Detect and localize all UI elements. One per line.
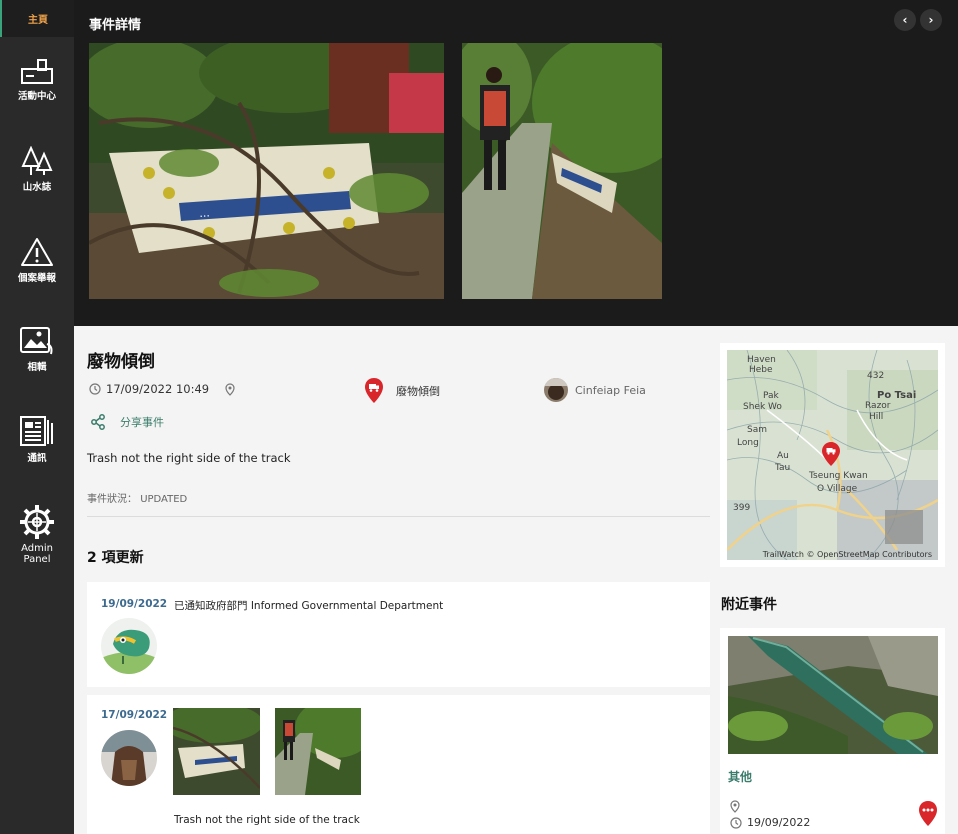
dumping-marker-icon: [365, 378, 383, 403]
nearby-event-category: 其他: [728, 770, 753, 784]
sidebar-item-label: Admin Panel: [21, 543, 53, 565]
event-status: 事件狀況： UPDATED: [87, 490, 187, 505]
gear-icon: [20, 505, 54, 539]
share-icon: [91, 414, 105, 430]
sidebar-item-label: 山水誌: [22, 182, 52, 193]
event-datetime-text: 17/09/2022 10:49: [106, 382, 210, 396]
sidebar-item-label: 活動中心: [17, 91, 56, 102]
map-label: Pak: [763, 391, 780, 401]
nearby-event-date: 19/09/2022: [730, 816, 810, 829]
update-photo-1[interactable]: [173, 708, 260, 795]
update-text: Trash not the right side of the track: [174, 814, 360, 826]
update-date: 19/09/2022: [101, 598, 168, 610]
event-photo-1[interactable]: ...: [89, 43, 444, 299]
activity-center-icon: [21, 59, 53, 84]
clock-icon: [730, 816, 742, 829]
nearby-event-date-text: 19/09/2022: [747, 816, 811, 829]
page-title: 事件詳情: [89, 18, 142, 33]
map-label: Tau: [774, 463, 790, 473]
avatar: [101, 730, 157, 786]
clock-icon: [89, 383, 101, 395]
update-text: 已通知政府部門 Informed Governmental Department: [174, 600, 444, 612]
updates-heading: 2 項更新: [87, 550, 144, 566]
gallery-next-button[interactable]: ›: [920, 9, 942, 31]
map-label: 432: [867, 371, 884, 381]
sidebar-item-album[interactable]: 相輯: [0, 326, 74, 373]
update-photo-2[interactable]: [275, 708, 361, 795]
update-card: 17/09/2022 Trash not the right side of t…: [87, 695, 710, 834]
sidebar-item-case-report[interactable]: 個案舉報: [0, 237, 74, 284]
map-label: Shek Wo: [743, 402, 782, 412]
sidebar-item-label: 個案舉報: [17, 273, 56, 284]
map-label: Sam: [747, 425, 767, 435]
location-pin-icon: [730, 800, 740, 813]
map-label: Po Tsai: [877, 390, 916, 401]
nearby-events-heading: 附近事件: [721, 597, 777, 613]
sidebar-item-home[interactable]: 主頁: [0, 0, 74, 37]
sidebar-item-admin-panel[interactable]: Admin Panel: [0, 504, 74, 565]
map-label: Haven: [747, 355, 776, 365]
map-label: Hill: [869, 412, 883, 422]
map-label: Tseung Kwan: [808, 471, 868, 481]
sidebar-item-label: 通訊: [27, 453, 47, 464]
warning-icon: [21, 238, 53, 266]
map-label: 399: [733, 503, 750, 513]
event-description: Trash not the right side of the track: [87, 451, 291, 465]
sidebar-item-label: 相輯: [27, 362, 47, 373]
event-photo-2[interactable]: [462, 43, 662, 299]
sidebar-item-home-label: 主頁: [28, 15, 48, 26]
event-category-text: 廢物傾倒: [396, 384, 440, 398]
reporter-name: Cinfeiap Feia: [575, 383, 646, 397]
sidebar-item-newsletter[interactable]: 通訊: [0, 415, 74, 464]
share-event-label: 分享事件: [120, 416, 164, 429]
map-zoom-control[interactable]: [885, 510, 923, 544]
map-attribution: TrailWatch © OpenStreetMap Contributors: [762, 550, 932, 559]
location-pin-icon[interactable]: [225, 382, 235, 396]
other-marker-icon[interactable]: [918, 800, 938, 827]
event-status-label: 事件狀況：: [87, 494, 137, 505]
map-label: Razor: [865, 401, 891, 411]
update-date: 17/09/2022: [101, 709, 168, 721]
map-label: O Village: [817, 484, 858, 494]
avatar: [101, 618, 157, 674]
share-event-button[interactable]: 分享事件: [90, 414, 164, 430]
event-status-value: UPDATED: [140, 494, 188, 505]
photo-album-icon: [20, 327, 53, 355]
trees-icon: [21, 146, 53, 175]
map-label: Hebe: [749, 365, 773, 375]
map-label: Long: [737, 438, 759, 448]
event-title: 廢物傾倒: [87, 352, 155, 372]
event-gallery-header: 事件詳情 ‹ › ...: [74, 0, 958, 326]
newsletter-icon: [20, 416, 53, 446]
sidebar-item-mountain-journal[interactable]: 山水誌: [0, 146, 74, 193]
update-card: 19/09/2022 已通知政府部門 Informed Governmental…: [87, 582, 710, 687]
event-reporter[interactable]: Cinfeiap Feia: [544, 378, 646, 402]
map-canvas[interactable]: Haven Hebe Pak Shek Wo Sam Long Au Tau T…: [726, 349, 939, 561]
reporter-avatar: [544, 378, 568, 402]
sidebar: 主頁 活動中心 山水誌 個案舉報 相輯 通訊 Admin Panel: [0, 0, 74, 834]
svg-text:...: ...: [199, 206, 210, 220]
divider: [87, 516, 710, 517]
event-category: 廢物傾倒: [364, 377, 440, 404]
event-datetime: 17/09/2022 10:49: [89, 382, 235, 396]
chevron-right-icon: ›: [928, 13, 934, 27]
nearby-event-card[interactable]: 其他 19/09/2022: [720, 628, 945, 834]
nearby-event-photo[interactable]: [728, 636, 938, 754]
sidebar-item-activity-center[interactable]: 活動中心: [0, 57, 74, 102]
map-label: Au: [777, 451, 789, 461]
gallery-prev-button[interactable]: ‹: [894, 9, 916, 31]
event-location-map[interactable]: Haven Hebe Pak Shek Wo Sam Long Au Tau T…: [720, 343, 945, 567]
chevron-left-icon: ‹: [902, 13, 908, 27]
